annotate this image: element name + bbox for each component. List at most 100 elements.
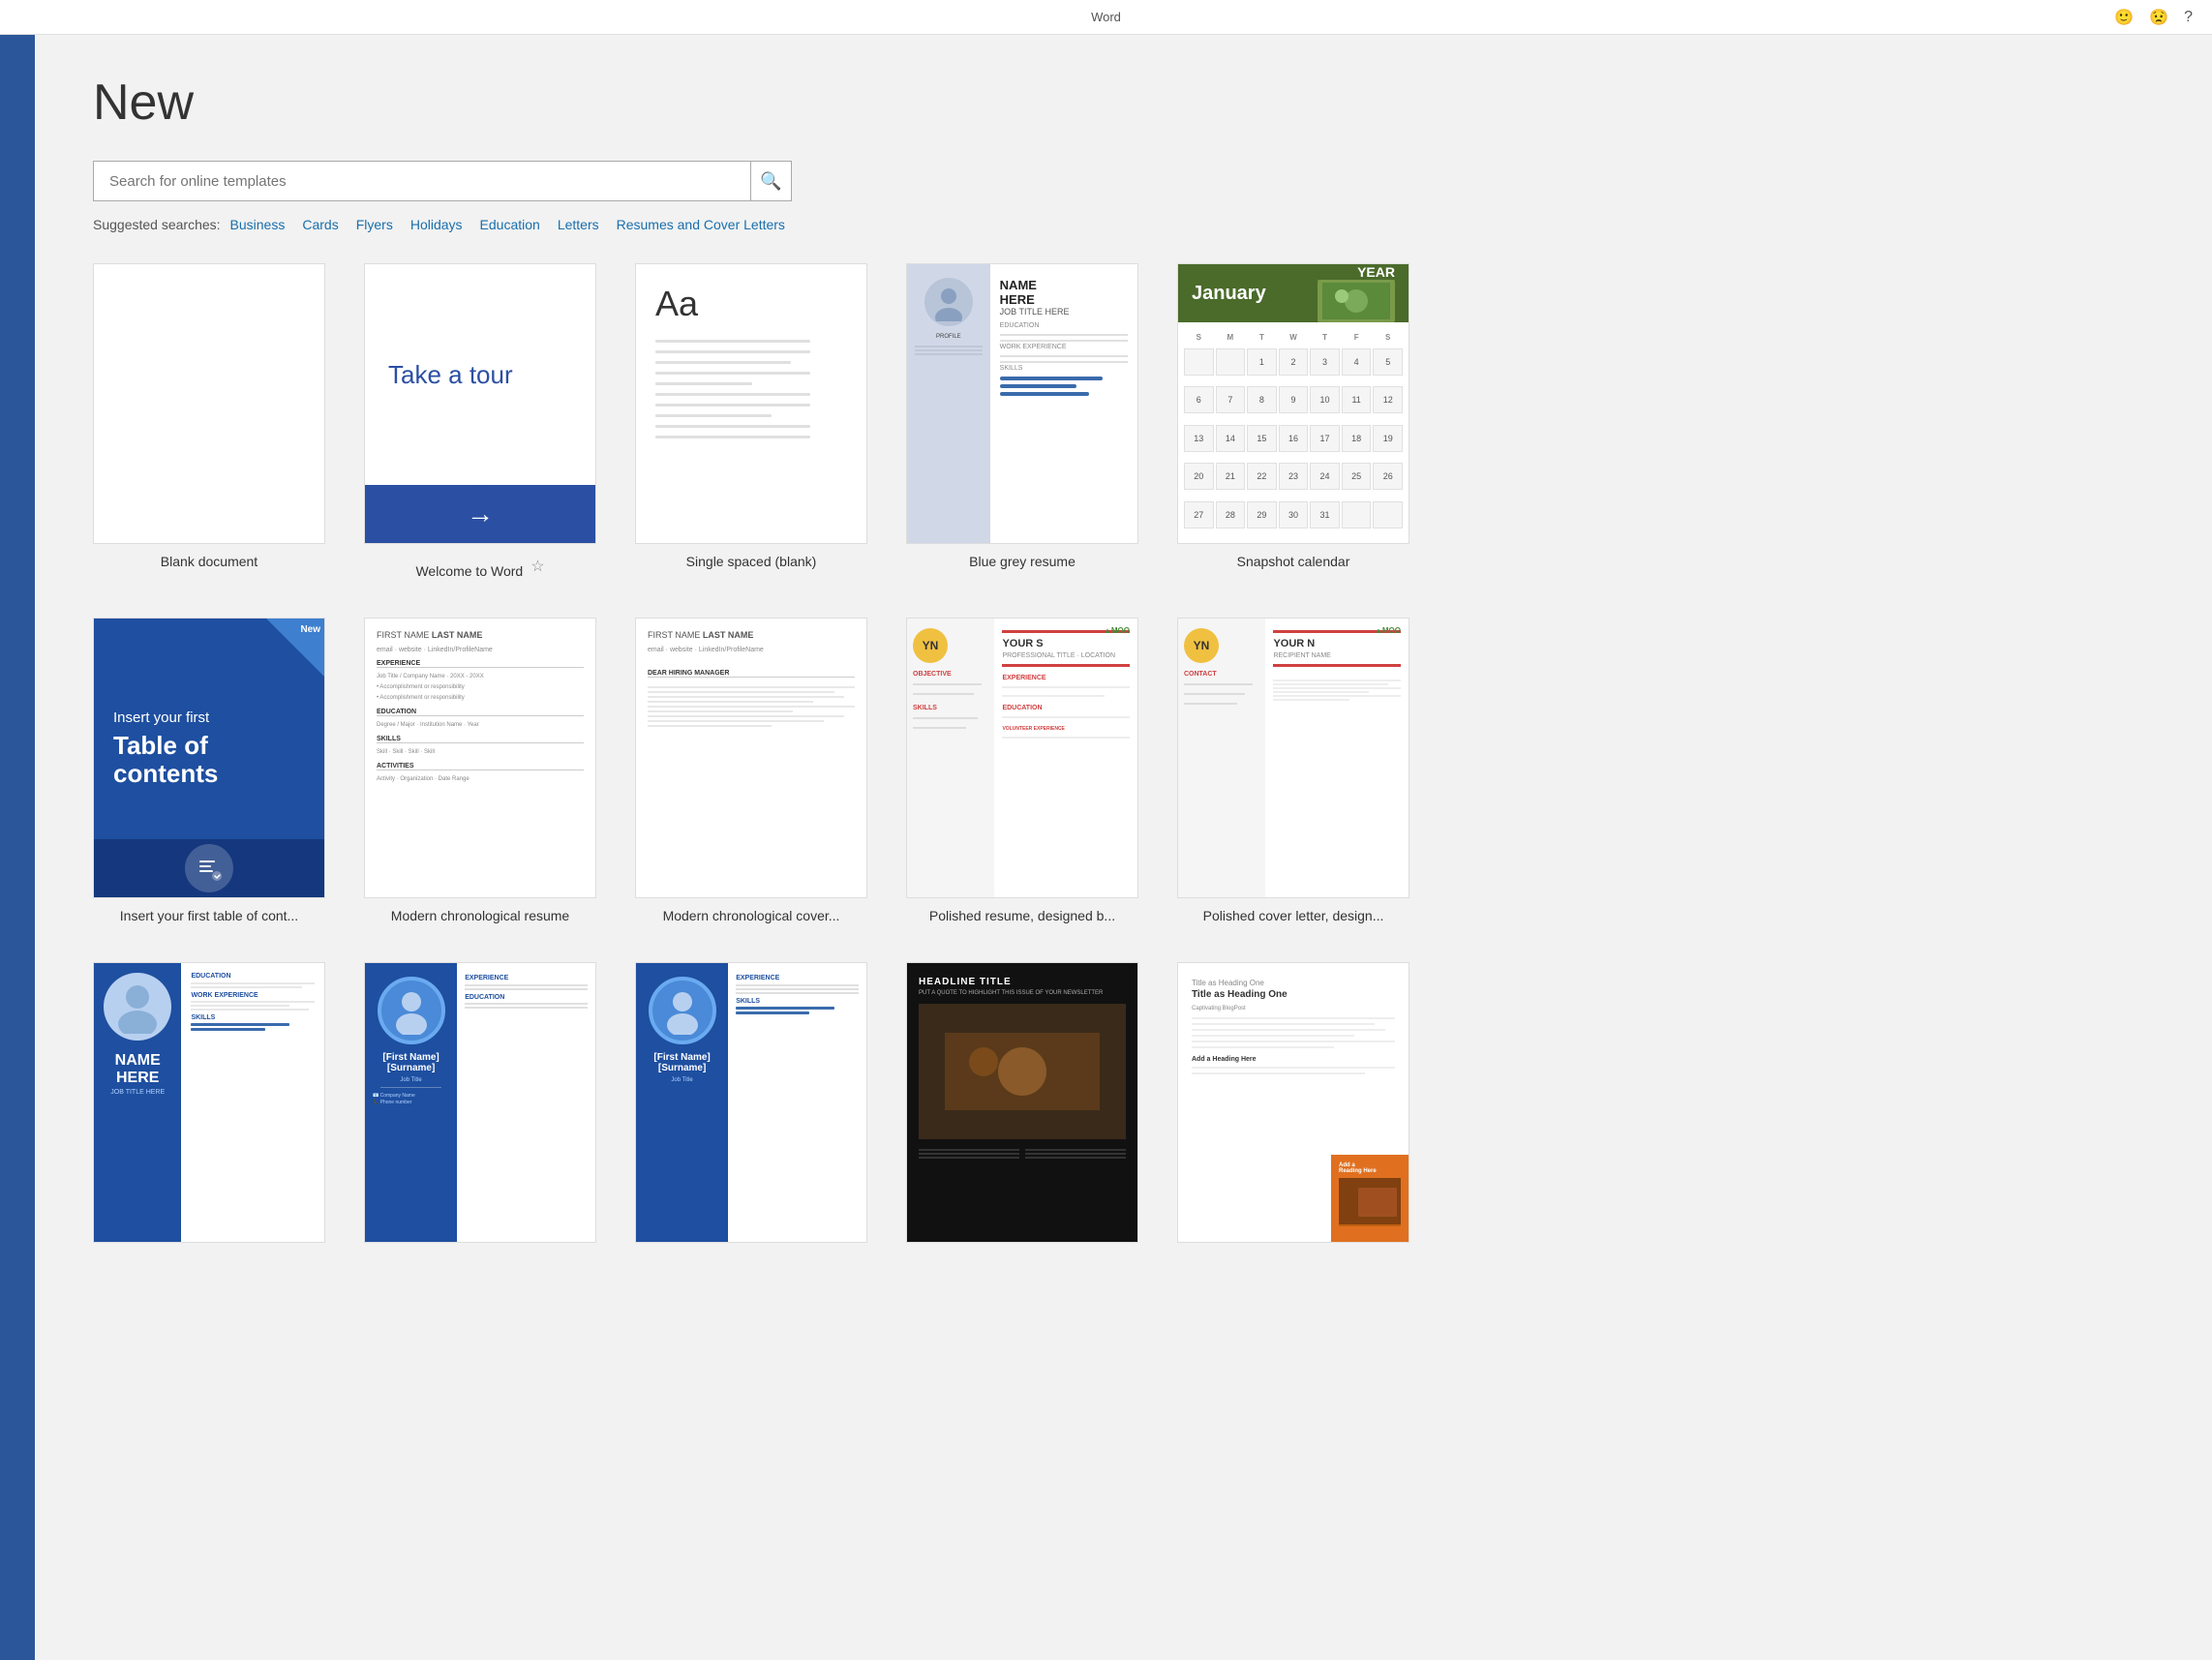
template-label-pr: Polished resume, designed b... — [929, 908, 1115, 923]
toc-bottom — [94, 839, 324, 897]
blog-orange-block: Add a Reading Here — [1331, 1155, 1409, 1242]
search-button[interactable]: 🔍 — [751, 161, 792, 201]
template-thumb-welcome: Take a tour → — [364, 263, 596, 544]
template-label-mcc: Modern chronological cover... — [663, 908, 840, 923]
blog-section2: Add a Heading Here — [1192, 1056, 1395, 1063]
template-blank-doc[interactable]: Blank document — [93, 263, 325, 579]
search-input[interactable] — [93, 161, 751, 201]
template-label-bgr: Blue grey resume — [969, 554, 1076, 569]
polished-exp: EXPERIENCE — [1002, 675, 1130, 681]
page-title: New — [93, 74, 2154, 132]
suggested-cards[interactable]: Cards — [302, 217, 338, 232]
bc2-avatar — [649, 977, 716, 1044]
template-thumb-rp: NAME HERE JOB TITLE HERE EDUCATION WORK … — [93, 962, 325, 1243]
template-welcome-word[interactable]: Take a tour → Welcome to Word ☆ — [364, 263, 596, 579]
template-modern-chrono-cover[interactable]: FIRST NAME LAST NAME email · website · L… — [635, 618, 867, 923]
template-label-blank: Blank document — [161, 554, 258, 569]
template-snapshot-calendar[interactable]: January YEAR S M T W T — [1177, 263, 1409, 579]
pin-icon[interactable]: ☆ — [530, 557, 544, 576]
template-toc[interactable]: New Insert your first Table ofcontents I… — [93, 618, 325, 923]
template-thumb-bc2: [First Name] [Surname] Job Title Experie… — [635, 962, 867, 1243]
template-blue-circle-1[interactable]: [First Name] [Surname] Job Title 📧 Compa… — [364, 962, 596, 1253]
emoji-icon[interactable]: 🙂 — [2114, 8, 2134, 27]
app-title: Word — [1091, 10, 1121, 24]
moo-badge: ▲MOO — [1104, 626, 1130, 635]
polished-cover-inner: YN CONTACT YOUR N RECIPIENT NAME — [1178, 619, 1409, 897]
suggested-education[interactable]: Education — [480, 217, 540, 232]
template-thumb-nl: HEADLINE TITLE PUT A QUOTE TO HIGHLIGHT … — [906, 962, 1138, 1243]
toc-icon — [185, 844, 233, 892]
polished-section1: OBJECTIVE — [913, 671, 988, 678]
suggested-flyers[interactable]: Flyers — [356, 217, 393, 232]
bgr-right: NAME HERE JOB TITLE HERE EDUCATION WORK … — [990, 264, 1137, 543]
suggested-holidays[interactable]: Holidays — [410, 217, 463, 232]
sad-icon[interactable]: 😟 — [2149, 8, 2168, 27]
template-polished-cover[interactable]: YN CONTACT YOUR N RECIPIENT NAME — [1177, 618, 1409, 923]
template-modern-chrono-resume[interactable]: FIRST NAME LAST NAME email · website · L… — [364, 618, 596, 923]
mcc-inner: FIRST NAME LAST NAME email · website · L… — [636, 619, 866, 897]
bc1-inner: [First Name] [Surname] Job Title 📧 Compa… — [365, 963, 595, 1242]
bc2-inner: [First Name] [Surname] Job Title Experie… — [636, 963, 866, 1242]
template-polished-resume[interactable]: YN OBJECTIVE SKILLS YOUR S PROFESSIONAL … — [906, 618, 1138, 923]
template-thumb-single: Aa — [635, 263, 867, 544]
template-label-cal: Snapshot calendar — [1237, 554, 1350, 569]
templates-grid: Blank document Take a tour → Welcome to … — [93, 263, 2154, 1253]
bc2-right: Experience Skills — [728, 963, 866, 1242]
polished-section2: SKILLS — [913, 705, 988, 711]
template-blog[interactable]: Title as Heading One Title as Heading On… — [1177, 962, 1409, 1253]
single-spaced-aa: Aa — [655, 284, 698, 324]
blog-title: Title as Heading One — [1192, 989, 1395, 1000]
main-content: New 🔍 Suggested searches: Business Cards… — [35, 35, 2212, 1660]
rp-inner: NAME HERE JOB TITLE HERE EDUCATION WORK … — [94, 963, 324, 1242]
template-newsletter[interactable]: HEADLINE TITLE PUT A QUOTE TO HIGHLIGHT … — [906, 962, 1138, 1253]
template-blue-circle-2[interactable]: [First Name] [Surname] Job Title Experie… — [635, 962, 867, 1253]
bgr-section2: WORK EXPERIENCE — [1000, 344, 1128, 350]
polished-edu: EDUCATION — [1002, 705, 1130, 711]
bc1-right: Experience Education — [457, 963, 595, 1242]
search-icon: 🔍 — [760, 171, 781, 192]
bgr-section1: EDUCATION — [1000, 322, 1128, 329]
title-bar-controls: 🙂 😟 ? — [2114, 8, 2193, 27]
help-icon[interactable]: ? — [2184, 9, 2193, 26]
polished-inner: YN OBJECTIVE SKILLS YOUR S PROFESSIONAL … — [907, 619, 1137, 897]
template-thumb-blog: Title as Heading One Title as Heading On… — [1177, 962, 1409, 1243]
new-badge: New — [300, 624, 320, 635]
polished-cover-name: YOUR N — [1273, 638, 1401, 649]
bgr-name2: HERE — [1000, 292, 1128, 307]
polished-cover-left: YN CONTACT — [1178, 619, 1265, 897]
jan-photo — [1318, 280, 1395, 322]
bgr-name: NAME — [1000, 278, 1128, 292]
template-thumb-bc1: [First Name] [Surname] Job Title 📧 Compa… — [364, 962, 596, 1243]
template-thumb-bgr: PROFILE NAME HERE JOB TITLE HERE EDUCATI… — [906, 263, 1138, 544]
template-blue-grey-resume[interactable]: PROFILE NAME HERE JOB TITLE HERE EDUCATI… — [906, 263, 1138, 579]
jan-year: YEAR — [1357, 264, 1395, 280]
polished-cover-sub: RECIPIENT NAME — [1273, 652, 1401, 659]
bc1-avatar — [378, 977, 445, 1044]
jan-grid: S M T W T F S 1 2 3 4 5 6 — [1178, 322, 1409, 543]
template-label-mcr: Modern chronological resume — [391, 908, 569, 923]
yn-circle2: YN — [1184, 628, 1219, 663]
jan-month: January — [1192, 283, 1266, 305]
moo-badge2: ▲MOO — [1375, 626, 1401, 635]
bgr-section3: SKILLS — [1000, 365, 1128, 372]
rp-avatar — [104, 973, 171, 1041]
bc1-left: [First Name] [Surname] Job Title 📧 Compa… — [365, 963, 457, 1242]
nl-img — [919, 1004, 1126, 1139]
yn-circle: YN — [913, 628, 948, 663]
suggested-business[interactable]: Business — [230, 217, 286, 232]
suggested-letters[interactable]: Letters — [558, 217, 599, 232]
polished-vol: VOLUNTEER EXPERIENCE — [1002, 726, 1130, 732]
tour-text: Take a tour — [388, 360, 513, 390]
search-container: 🔍 — [93, 161, 2154, 201]
template-resume-photo[interactable]: NAME HERE JOB TITLE HERE EDUCATION WORK … — [93, 962, 325, 1253]
template-label-pc: Polished cover letter, design... — [1203, 908, 1384, 923]
polished-cover-right: YOUR N RECIPIENT NAME — [1265, 619, 1409, 897]
single-spaced-lines — [655, 340, 810, 446]
blog-sub: Captivating BlogPost — [1192, 1006, 1395, 1011]
mcr-inner: FIRST NAME LAST NAME email · website · L… — [365, 619, 595, 897]
bc2-left: [First Name] [Surname] Job Title — [636, 963, 728, 1242]
template-single-spaced[interactable]: Aa Single spaced (blank) — [635, 263, 867, 579]
bgr-title: JOB TITLE HERE — [1000, 307, 1128, 317]
suggested-resumes[interactable]: Resumes and Cover Letters — [617, 217, 785, 232]
template-thumb-mcr: FIRST NAME LAST NAME email · website · L… — [364, 618, 596, 898]
